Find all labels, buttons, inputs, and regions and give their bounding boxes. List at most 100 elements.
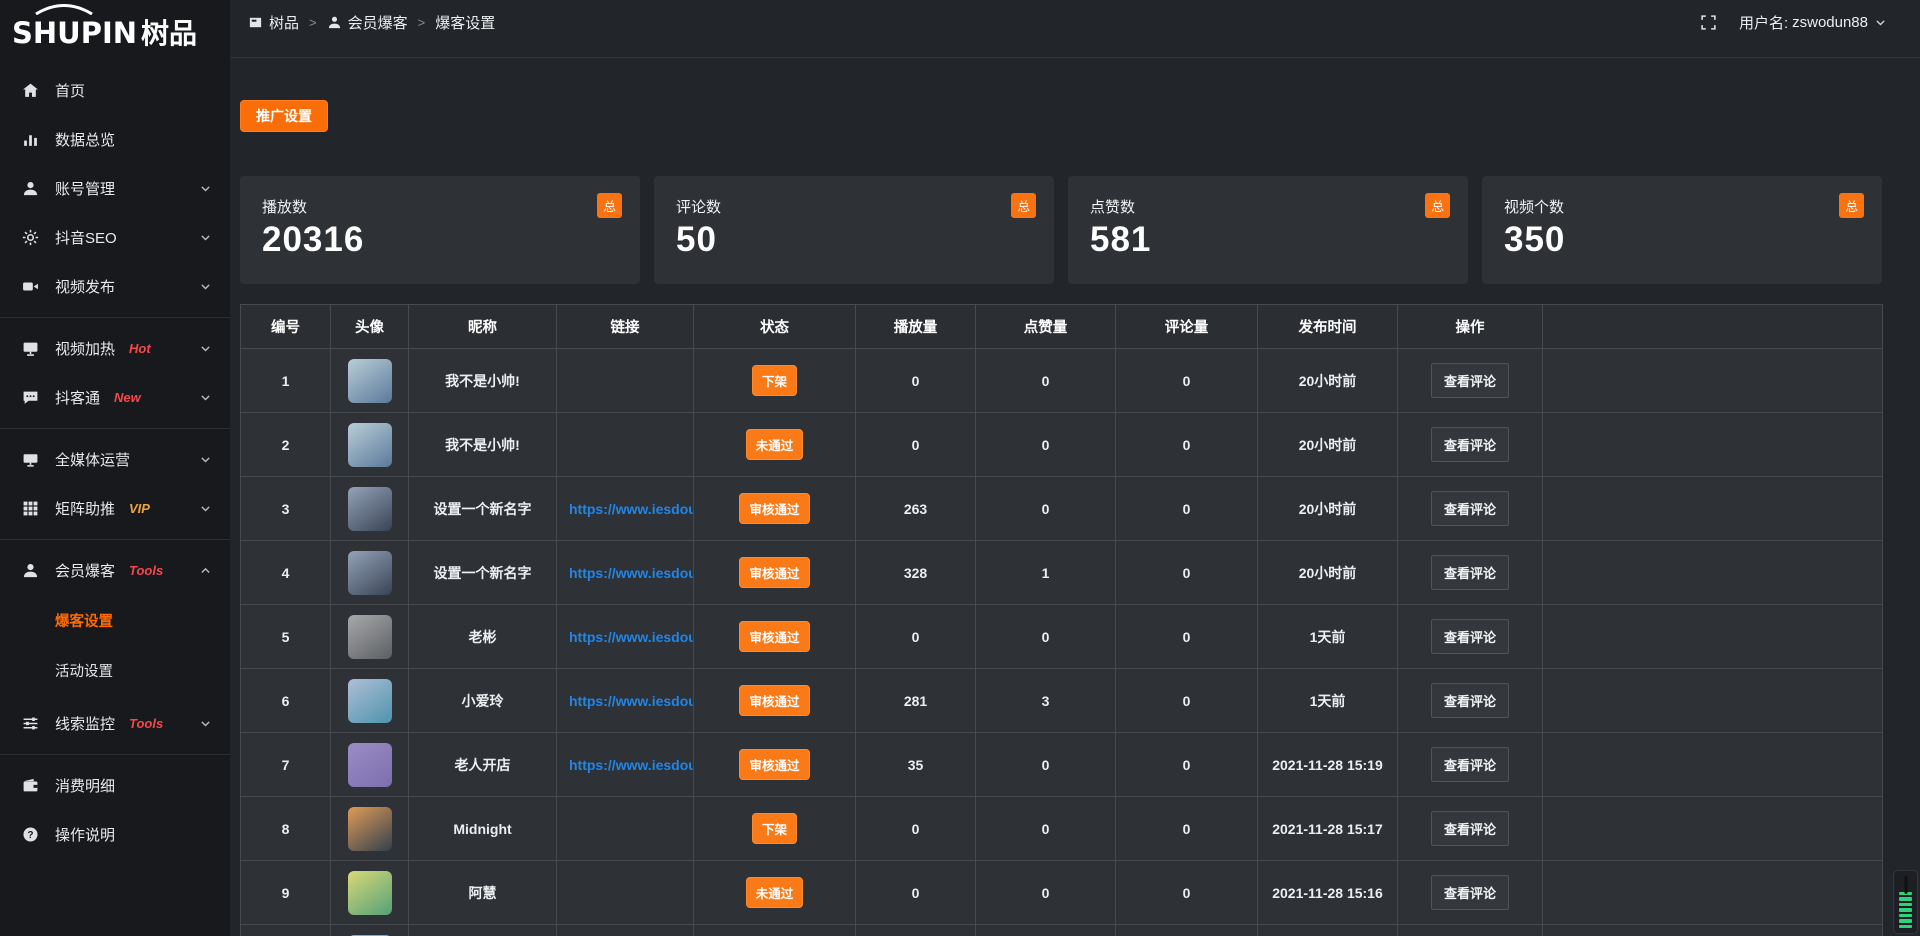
video-link[interactable]: https://www.iesdouyin.c [569, 693, 694, 709]
stat-card: 评论数 50 总 [654, 176, 1054, 284]
avatar [348, 871, 392, 915]
sidebar-subitem-activity-settings[interactable]: 活动设置 [0, 647, 230, 697]
sidebar-item-matrix-boost[interactable]: 矩阵助推VIP [0, 484, 230, 533]
view-comments-button[interactable]: 查看评论 [1431, 875, 1509, 910]
sidebar-divider [0, 428, 230, 429]
link-cell: https://www.iesdouyin.c [557, 541, 694, 605]
plays-cell: 281 [856, 669, 976, 733]
view-comments-button[interactable]: 查看评论 [1431, 811, 1509, 846]
action-cell: 查看评论 [1398, 349, 1543, 413]
help-icon: ? [22, 826, 40, 843]
status-badge: 审核通过 [739, 557, 809, 588]
videos-table: 编号头像昵称链接状态播放量点赞量评论量发布时间操作 1我不是小帅!下架00020… [240, 304, 1882, 936]
view-comments-button[interactable]: 查看评论 [1431, 683, 1509, 718]
sidebar-item-label: 数据总览 [55, 129, 115, 150]
video-link[interactable]: https://www.iesdouyin.c [569, 501, 694, 517]
account-icon [22, 180, 40, 197]
app-icon [248, 15, 263, 30]
status-cell: 未通过 [694, 861, 856, 925]
nickname-cell: 我不是小帅! [409, 413, 557, 477]
breadcrumb-item-shupin[interactable]: 树品 [248, 12, 299, 33]
sidebar-item-omni-media[interactable]: 全媒体运营 [0, 435, 230, 484]
avatar-cell [331, 605, 409, 669]
view-comments-button[interactable]: 查看评论 [1431, 747, 1509, 782]
menu-tag: VIP [129, 501, 150, 516]
action-cell: 查看评论 [1398, 541, 1543, 605]
person-icon [327, 15, 342, 30]
sidebar-item-douyin-seo[interactable]: 抖音SEO [0, 213, 230, 262]
time-cell: 1天前 [1258, 669, 1398, 733]
sidebar-item-douketong[interactable]: 抖客通New [0, 373, 230, 422]
stat-value: 50 [676, 220, 1034, 260]
promo-settings-button[interactable]: 推广设置 [240, 100, 328, 132]
menu-tag: Tools [129, 716, 163, 731]
sidebar-item-account-management[interactable]: 账号管理 [0, 164, 230, 213]
sidebar-item-label: 抖音SEO [55, 227, 117, 248]
index-cell: 9 [241, 861, 331, 925]
stat-card: 播放数 20316 总 [240, 176, 640, 284]
sidebar-item-video-heat[interactable]: 视频加热Hot [0, 324, 230, 373]
sidebar-item-label: 会员爆客 [55, 560, 115, 581]
column-header [1543, 305, 1883, 349]
video-link[interactable]: https://www.iesdouyin.c [569, 565, 694, 581]
sidebar-item-video-publish[interactable]: 视频发布 [0, 262, 230, 311]
index-cell: 7 [241, 733, 331, 797]
comments-cell: 0 [1116, 413, 1258, 477]
status-badge: 审核通过 [739, 749, 809, 780]
breadcrumb-item-baoke-settings[interactable]: 爆客设置 [435, 12, 495, 33]
plays-cell: 0 [856, 861, 976, 925]
chart-icon [22, 131, 40, 148]
empty-cell [1543, 861, 1883, 925]
sidebar-item-member-baoke[interactable]: 会员爆客Tools [0, 546, 230, 595]
logo-arc-icon [32, 3, 96, 15]
view-comments-button[interactable]: 查看评论 [1431, 363, 1509, 398]
view-comments-button[interactable]: 查看评论 [1431, 619, 1509, 654]
breadcrumb-item-member-baoke[interactable]: 会员爆客 [327, 12, 408, 33]
sidebar-item-operation-guide[interactable]: ?操作说明 [0, 810, 230, 859]
likes-cell: 0 [976, 797, 1116, 861]
action-cell: 查看评论 [1398, 605, 1543, 669]
menu-tag: New [114, 390, 141, 405]
table-row: 3设置一个新名字https://www.iesdouyin.c审核通过26300… [241, 477, 1883, 541]
status-cell: 审核通过 [694, 669, 856, 733]
sidebar-divider [0, 317, 230, 318]
fullscreen-icon[interactable] [1700, 14, 1717, 31]
index-cell: 3 [241, 477, 331, 541]
stat-value: 581 [1090, 220, 1448, 260]
sidebar-item-label: 首页 [55, 80, 85, 101]
app-logo[interactable]: SHUPIN树品 [0, 0, 230, 58]
sidebar-item-home[interactable]: 首页 [0, 66, 230, 115]
video-link[interactable]: https://www.iesdouyin.c [569, 757, 694, 773]
avatar-cell [331, 733, 409, 797]
table-row: 6小爱玲https://www.iesdouyin.c审核通过281301天前查… [241, 669, 1883, 733]
breadcrumb-separator: > [309, 15, 317, 30]
action-cell [1398, 925, 1543, 936]
sidebar-item-data-overview[interactable]: 数据总览 [0, 115, 230, 164]
status-badge: 审核通过 [739, 493, 809, 524]
chevron-down-icon [199, 391, 212, 404]
svg-text:?: ? [27, 830, 33, 841]
avatar-cell [331, 413, 409, 477]
comments-cell: 0 [1116, 541, 1258, 605]
sidebar-subitem-baoke-settings[interactable]: 爆客设置 [0, 597, 230, 647]
scroll-indicator-widget[interactable] [1893, 870, 1918, 934]
empty-cell [1543, 477, 1883, 541]
user-menu[interactable]: 用户名: zswodun88 [1739, 12, 1887, 33]
index-cell: 4 [241, 541, 331, 605]
widget-slot [1904, 876, 1907, 894]
index-cell: 6 [241, 669, 331, 733]
plays-cell: 0 [856, 797, 976, 861]
view-comments-button[interactable]: 查看评论 [1431, 555, 1509, 590]
home-icon [22, 82, 40, 99]
view-comments-button[interactable]: 查看评论 [1431, 427, 1509, 462]
sidebar-item-consumption-details[interactable]: 消费明细 [0, 761, 230, 810]
empty-cell [1543, 797, 1883, 861]
action-cell: 查看评论 [1398, 861, 1543, 925]
view-comments-button[interactable]: 查看评论 [1431, 491, 1509, 526]
plays-cell: 0 [856, 605, 976, 669]
sidebar-item-clue-monitor[interactable]: 线索监控Tools [0, 699, 230, 748]
column-header: 播放量 [856, 305, 976, 349]
video-link[interactable]: https://www.iesdouyin.c [569, 629, 694, 645]
grid-icon [22, 500, 40, 517]
empty-cell [1543, 925, 1883, 936]
